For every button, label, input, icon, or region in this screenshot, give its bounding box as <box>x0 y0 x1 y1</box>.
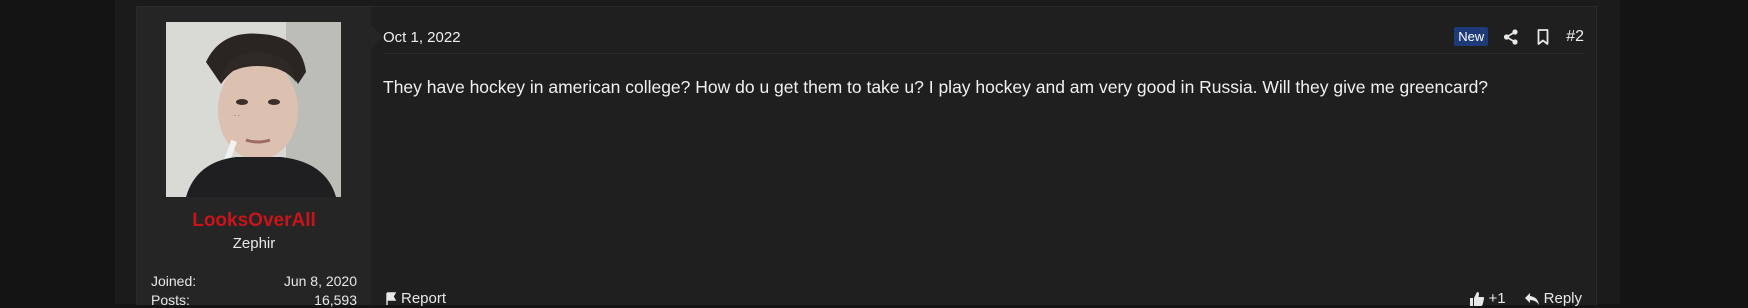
share-icon[interactable] <box>1502 28 1520 46</box>
user-stat-posts: Posts: 16,593 <box>151 292 357 308</box>
post-header: Oct 1, 2022 New #2 <box>383 23 1584 54</box>
user-title: Zephir <box>232 235 276 252</box>
reply-label: Reply <box>1543 290 1582 307</box>
reply-button[interactable]: Reply <box>1524 290 1582 307</box>
flag-icon <box>386 291 397 305</box>
post-header-actions: New #2 <box>1454 27 1584 46</box>
stat-label: Joined: <box>151 273 197 289</box>
stat-value[interactable]: 16,593 <box>314 292 357 308</box>
report-link[interactable]: Report <box>385 290 446 307</box>
username-link[interactable]: LooksOverAll <box>137 210 371 232</box>
post-date[interactable]: Oct 1, 2022 <box>383 29 461 46</box>
user-info-column: · · LooksOverAll Zephir Joined: Jun 8, 2… <box>137 7 383 308</box>
stat-label: Posts: <box>151 292 190 308</box>
post-number-link[interactable]: #2 <box>1566 28 1584 46</box>
reaction-count[interactable]: +1 <box>1489 290 1506 307</box>
bookmark-icon[interactable] <box>1534 28 1552 46</box>
user-stat-joined: Joined: Jun 8, 2020 <box>151 273 357 289</box>
post-body: They have hockey in american college? Ho… <box>383 77 1489 97</box>
report-label: Report <box>401 290 447 307</box>
like-button[interactable]: +1 <box>1469 290 1506 307</box>
stat-value: Jun 8, 2020 <box>283 273 357 289</box>
user-avatar[interactable]: · · <box>166 22 341 197</box>
new-badge: New <box>1454 27 1489 46</box>
forum-post: · · LooksOverAll Zephir Joined: Jun 8, 2… <box>136 6 1597 308</box>
thumbs-up-icon <box>1469 291 1484 306</box>
reply-icon <box>1524 292 1539 305</box>
post-footer-actions: +1 Reply <box>1469 290 1582 307</box>
svg-text:· ·: · · <box>234 113 240 120</box>
